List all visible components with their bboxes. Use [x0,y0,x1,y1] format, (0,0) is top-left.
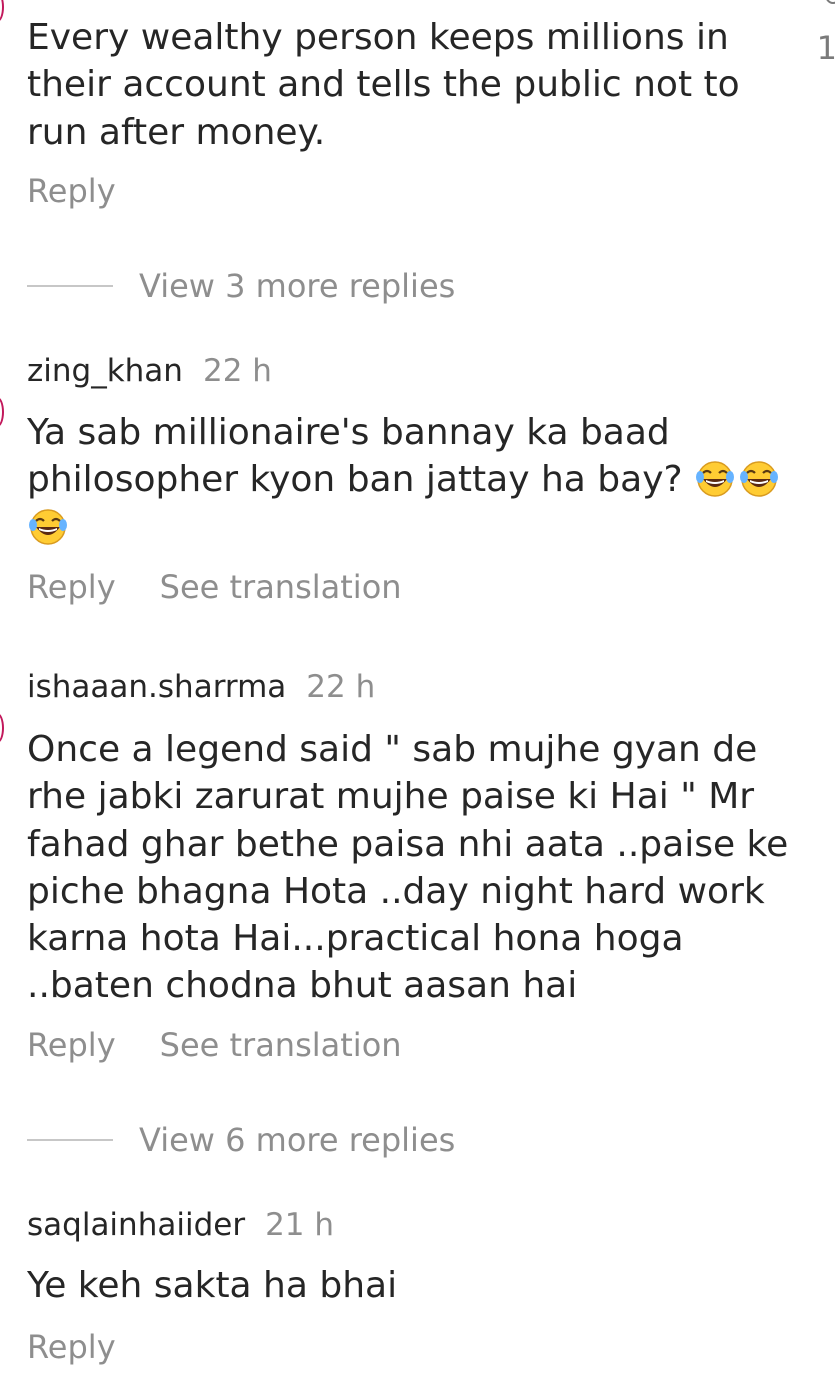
comment-header: zing_khan 22 h [27,351,272,391]
comment-text: Ya sab millionaire's bannay ka baad phil… [27,409,807,551]
like-count: 1 [816,29,835,67]
face-with-tears-of-joy-icon [27,507,69,547]
see-translation-button[interactable]: See translation [160,1026,402,1064]
reply-button[interactable]: Reply [27,568,116,606]
comment-actions: Reply See translation [27,1025,402,1065]
face-with-tears-of-joy-icon [738,459,780,499]
timestamp: 22 h [306,669,376,705]
comment-text: Every wealthy person keeps millions in t… [27,17,740,153]
heart-icon[interactable] [825,0,835,4]
username[interactable]: zing_khan [27,353,183,389]
comment-body: Ya sab millionaire's bannay ka baad phil… [27,412,683,501]
comment-header: ishaaan.sharrma 22 h [27,667,375,707]
reply-button[interactable]: Reply [27,1026,116,1064]
reply-button[interactable]: Reply [27,1328,116,1366]
comment-text: Ye keh sakta ha bhai [27,1265,398,1306]
see-translation-button[interactable]: See translation [160,568,402,606]
divider [27,285,113,287]
divider [27,1139,113,1141]
avatar[interactable] [0,397,4,427]
username[interactable]: ishaaan.sharrma [27,669,286,705]
comment-actions: Reply [27,1327,116,1367]
username[interactable]: saqlainhaiider [27,1207,245,1243]
view-more-replies-label: View 3 more replies [139,267,456,305]
timestamp: 22 h [202,353,272,389]
avatar[interactable] [0,0,4,22]
comment-text: Once a legend said " sab mujhe gyan de r… [27,729,789,1007]
timestamp: 21 h [265,1207,335,1243]
face-with-tears-of-joy-icon [694,459,736,499]
view-more-replies-button[interactable]: View 3 more replies [27,266,455,306]
comment-actions: Reply See translation [27,567,402,607]
avatar[interactable] [0,713,4,743]
comment-header: saqlainhaiider 21 h [27,1205,334,1245]
reply-button[interactable]: Reply [27,172,116,210]
view-more-replies-label: View 6 more replies [139,1121,456,1159]
view-more-replies-button[interactable]: View 6 more replies [27,1120,455,1160]
comment-actions: Reply [27,171,116,211]
